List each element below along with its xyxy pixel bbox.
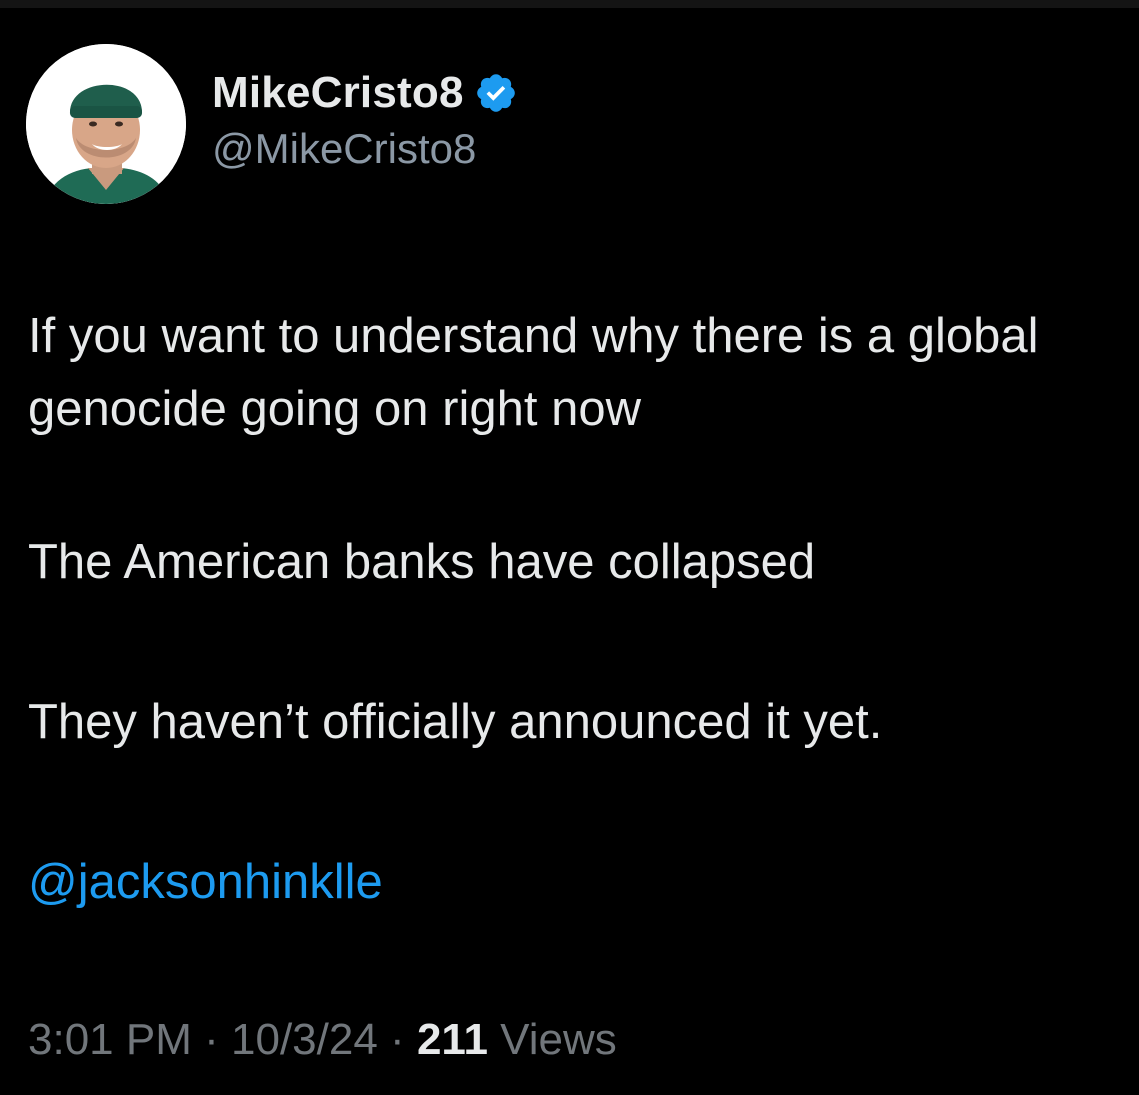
author-identity: MikeCristo8 @MikeCristo8 [212, 67, 518, 173]
tweet-card: MikeCristo8 @MikeCristo8 If you want to … [0, 0, 1139, 1095]
meta-separator: · [390, 1015, 405, 1064]
tweet-paragraph: If you want to understand why there is a… [28, 309, 1039, 436]
views-label: Views [500, 1015, 617, 1064]
tweet-body: If you want to understand why there is a… [28, 300, 1118, 919]
avatar[interactable] [26, 44, 186, 204]
tweet-time[interactable]: 3:01 PM [28, 1015, 192, 1064]
name-row: MikeCristo8 [212, 67, 518, 119]
tweet-meta: 3:01 PM · 10/3/24 · 211 Views [28, 1015, 617, 1065]
tweet-header: MikeCristo8 @MikeCristo8 [26, 44, 518, 204]
tweet-paragraph: They haven’t officially announced it yet… [28, 695, 883, 749]
mention-link[interactable]: @jacksonhinklle [28, 846, 383, 919]
author-handle[interactable]: @MikeCristo8 [212, 125, 518, 173]
tweet-date[interactable]: 10/3/24 [231, 1015, 378, 1064]
verified-badge-icon [474, 71, 518, 115]
profile-photo-icon [26, 44, 186, 204]
views-count: 211 [416, 1015, 488, 1064]
tweet-paragraph: The American banks have collapsed [28, 535, 816, 589]
display-name[interactable]: MikeCristo8 [212, 68, 464, 118]
meta-separator: · [204, 1015, 219, 1064]
